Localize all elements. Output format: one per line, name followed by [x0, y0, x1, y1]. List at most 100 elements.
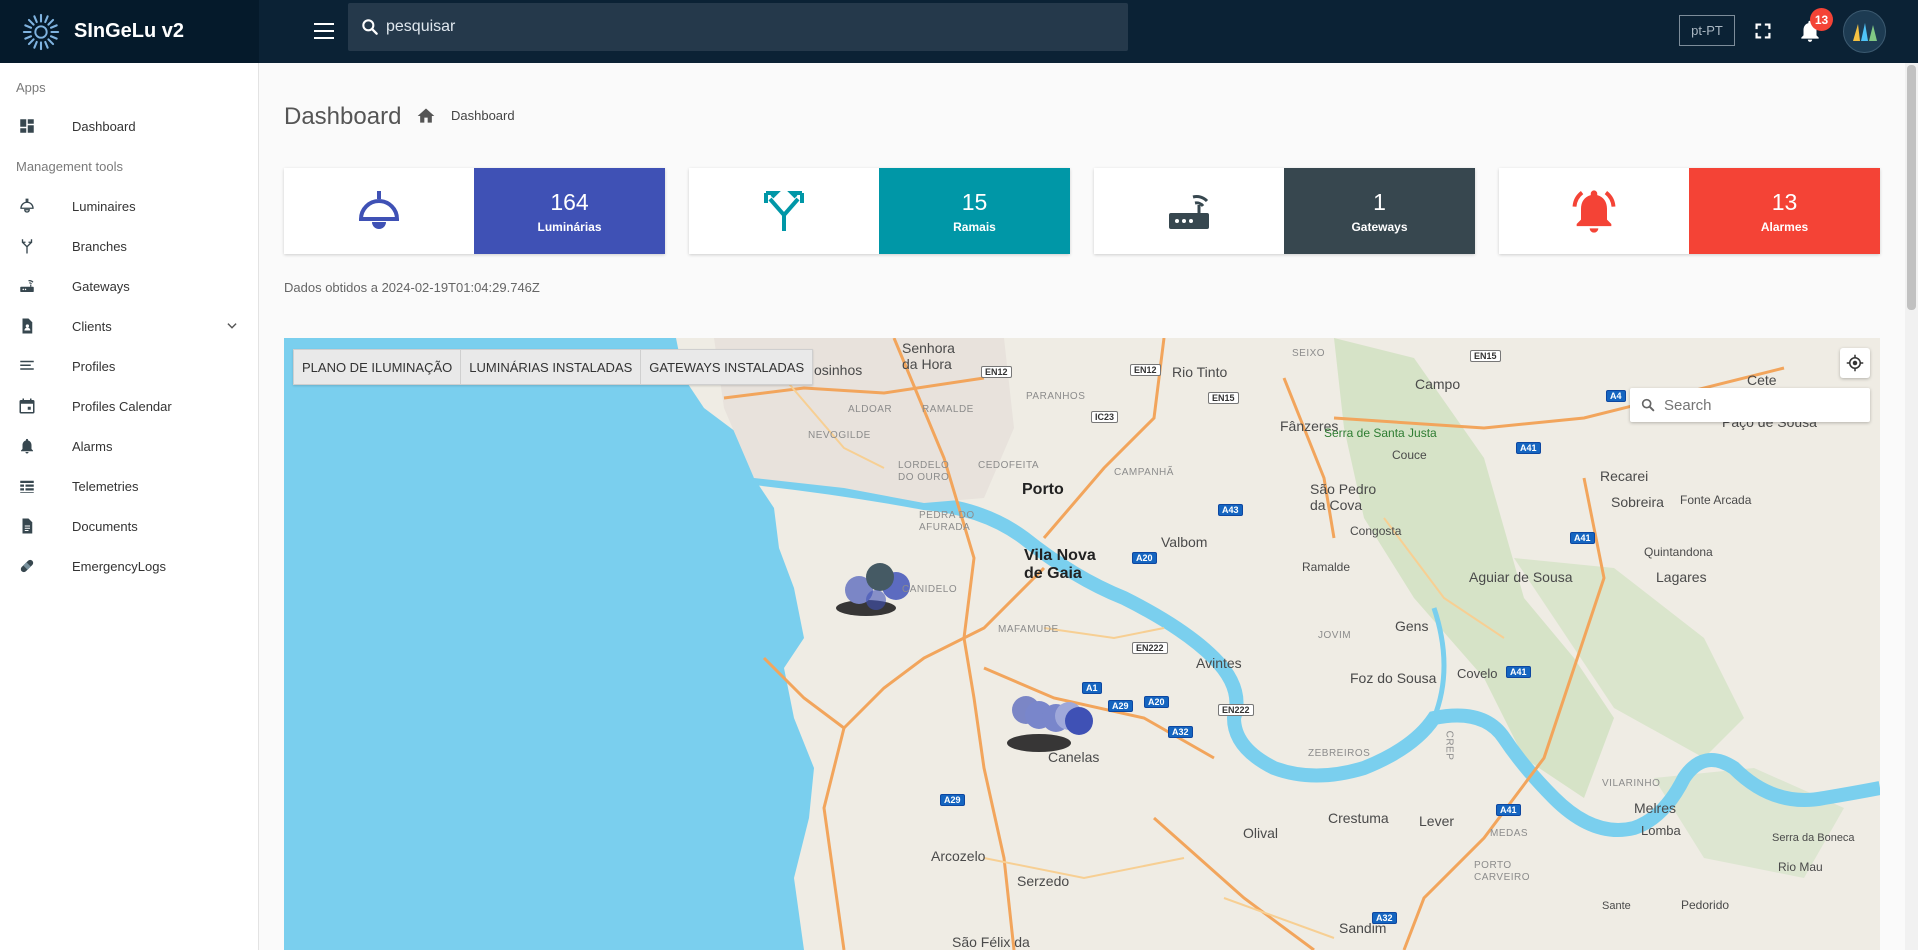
sidebar-item-label: Telemetries	[72, 478, 139, 494]
section-apps-label: Apps	[16, 80, 46, 95]
card-alarms[interactable]: 13 Alarmes	[1499, 168, 1880, 254]
card-value: 15	[961, 188, 988, 215]
sidebar-item-profiles[interactable]: Profiles	[0, 346, 259, 386]
map-label: MAFAMUDE	[998, 624, 1059, 635]
branch-icon	[21, 239, 33, 254]
lamp-icon	[20, 198, 34, 213]
road-shield: EN12	[981, 366, 1012, 378]
map-view[interactable]: Senhora da Hora Rio Tinto Campo Cete Paço…	[284, 338, 1880, 950]
fullscreen-icon[interactable]	[1752, 20, 1774, 42]
search-box	[348, 3, 1128, 51]
lines-icon	[20, 360, 34, 370]
map-label: Recarei	[1600, 468, 1649, 484]
road-shield: A41	[1506, 666, 1531, 678]
map-label: CEDOFEITA	[978, 460, 1039, 471]
user-avatar[interactable]	[1843, 10, 1886, 53]
app-title: SInGeLu v2	[74, 20, 185, 42]
map-label: Crestuma	[1328, 810, 1389, 826]
map-label: LORDELO DO OURO	[898, 460, 950, 483]
client-doc-icon	[22, 318, 33, 334]
card-label: Luminárias	[537, 219, 602, 234]
map-label: Ramalde	[1302, 560, 1351, 574]
map-label: Gens	[1395, 618, 1429, 634]
map-label: Campo	[1415, 376, 1461, 392]
menu-toggle-button[interactable]	[310, 18, 338, 46]
bell-icon	[21, 438, 33, 454]
tab-lighting-plan[interactable]: PLANO DE ILUMINAÇÃO	[294, 350, 462, 384]
breadcrumb[interactable]: Dashboard	[451, 108, 515, 123]
lamp-icon	[358, 191, 400, 229]
map-label: JOVIM	[1318, 630, 1352, 641]
notifications-badge: 13	[1810, 8, 1833, 31]
search-input[interactable]	[386, 18, 1086, 36]
map-label: Arcozelo	[931, 848, 986, 864]
locale-button[interactable]: pt-PT	[1679, 15, 1735, 46]
sidebar-item-luminaires[interactable]: Luminaires	[0, 186, 259, 226]
card-branches[interactable]: 15 Ramais	[689, 168, 1070, 254]
home-icon[interactable]	[416, 106, 436, 126]
map-label: ZEBREIROS	[1308, 748, 1371, 759]
sidebar: Apps Dashboard Management tools Luminair…	[0, 63, 259, 950]
sidebar-item-emergencylogs[interactable]: EmergencyLogs	[0, 546, 259, 586]
sidebar-item-dashboard[interactable]: Dashboard	[0, 106, 259, 146]
map-label: NEVOGILDE	[808, 430, 871, 441]
search-icon	[1641, 398, 1655, 412]
road-shield: A4	[1606, 390, 1626, 402]
map-label: Lever	[1419, 813, 1455, 829]
road-shield: A43	[1218, 504, 1243, 516]
sidebar-item-label: Branches	[72, 238, 127, 254]
road-shield: A32	[1168, 726, 1193, 738]
split-icon	[764, 191, 804, 231]
alarm-bell-icon	[1572, 190, 1616, 233]
sidebar-item-label: EmergencyLogs	[72, 558, 166, 574]
road-shield: A20	[1144, 696, 1169, 708]
map-label: Canelas	[1048, 749, 1100, 765]
sidebar-item-documents[interactable]: Documents	[0, 506, 259, 546]
tab-installed-luminaires[interactable]: LUMINÁRIAS INSTALADAS	[461, 350, 642, 384]
sidebar-item-gateways[interactable]: Gateways	[0, 266, 259, 306]
card-value: 164	[550, 188, 589, 215]
sidebar-item-label: Gateways	[72, 278, 130, 294]
map-tab-bar: PLANO DE ILUMINAÇÃO LUMINÁRIAS INSTALADA…	[293, 349, 814, 385]
map-label: Fonte Arcada	[1680, 493, 1752, 507]
road-shield: EN222	[1218, 704, 1254, 716]
page-scrollbar[interactable]	[1905, 63, 1918, 950]
brand[interactable]: SInGeLu v2	[0, 0, 259, 63]
sidebar-item-alarms[interactable]: Alarms	[0, 426, 259, 466]
map-label: Serzedo	[1017, 873, 1070, 889]
sidebar-item-telemetries[interactable]: Telemetries	[0, 466, 259, 506]
avatar-logo-icon	[1852, 22, 1877, 41]
map-label: osinhos	[814, 362, 863, 378]
map-label: MEDAS	[1490, 828, 1529, 839]
map-label: Serra da Boneca	[1772, 832, 1855, 844]
map-label: São Pedro da Cova	[1310, 481, 1377, 513]
map-label: Aguiar de Sousa	[1469, 569, 1573, 585]
tab-installed-gateways[interactable]: GATEWAYS INSTALADAS	[641, 350, 813, 384]
dashboard-icon	[20, 119, 34, 133]
map-search-input[interactable]	[1664, 396, 1854, 414]
map-label: RAMALDE	[922, 404, 974, 415]
map-label: Sante	[1602, 900, 1631, 912]
map-label: Sobreira	[1611, 494, 1664, 510]
bandage-icon	[20, 559, 34, 573]
map-label: São Félix da	[952, 934, 1030, 950]
chevron-down-icon[interactable]	[225, 319, 239, 333]
sidebar-item-branches[interactable]: Branches	[0, 226, 259, 266]
card-luminaires[interactable]: 164 Luminárias	[284, 168, 665, 254]
sidebar-item-label: Clients	[72, 318, 112, 334]
calendar-icon	[19, 398, 35, 414]
road-shield: EN15	[1470, 350, 1501, 362]
road-shield: A29	[1108, 700, 1133, 712]
card-value: 1	[1373, 188, 1386, 215]
sidebar-item-clients[interactable]: Clients	[0, 306, 259, 346]
card-label: Ramais	[953, 219, 996, 234]
section-tools-label: Management tools	[16, 159, 123, 174]
card-gateways[interactable]: 1 Gateways	[1094, 168, 1475, 254]
sidebar-item-profiles-calendar[interactable]: Profiles Calendar	[0, 386, 259, 426]
sidebar-item-label: Dashboard	[72, 118, 136, 134]
map-label: Vila Nova de Gaia	[1024, 547, 1096, 582]
map-label: CREP	[1443, 730, 1455, 761]
map-label: Couce	[1392, 448, 1427, 462]
map-label: ALDOAR	[848, 404, 893, 415]
locate-button[interactable]	[1840, 348, 1870, 378]
